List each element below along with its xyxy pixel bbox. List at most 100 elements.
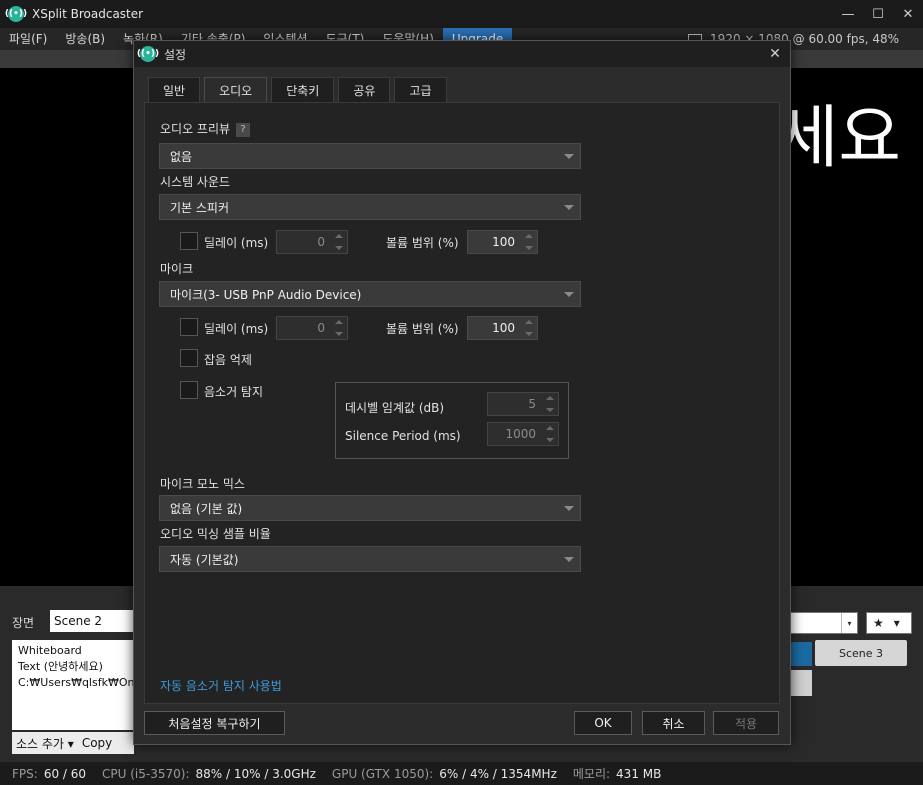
dialog-close-button[interactable]: ✕ <box>764 41 786 67</box>
chevron-down-icon <box>564 154 574 159</box>
app-titlebar: ((•)) XSplit Broadcaster — ☐ ✕ <box>0 0 923 28</box>
preview-text: 세요 <box>775 99 901 178</box>
mono-mix-value: 없음 (기본 값) <box>170 501 243 516</box>
chevron-down-icon: ▾ <box>893 616 900 630</box>
status-bar: FPS: 60 / 60 CPU (i5-3570): 88% / 10% / … <box>0 762 923 785</box>
dialog-titlebar: ((•)) 설정 ✕ <box>134 41 790 67</box>
xsplit-logo-icon: ((•)) <box>5 6 27 22</box>
help-icon[interactable]: ? <box>236 122 251 137</box>
audio-settings-panel: 오디오 프리뷰? 없음 시스템 사운드 기본 스피커 딜레이 (ms) 0 볼륨… <box>144 102 780 704</box>
system-delay-label: 딜레이 (ms) <box>204 236 269 250</box>
mic-delay-checkbox[interactable] <box>180 318 198 336</box>
scene-3-button[interactable]: Scene 3 <box>815 640 907 666</box>
chevron-down-icon <box>564 292 574 297</box>
tab-sharing[interactable]: 공유 <box>338 77 391 103</box>
audio-preview-value: 없음 <box>170 149 193 164</box>
scene-button-active[interactable] <box>790 642 812 666</box>
cpu-value: 88% / 10% / 3.0GHz <box>195 766 316 781</box>
tab-hotkeys[interactable]: 단축키 <box>271 77 335 103</box>
cpu-label: CPU (i5-3570): <box>102 766 190 781</box>
list-item[interactable]: C:₩Users₩qlsfk₩One <box>18 675 134 691</box>
system-sound-label: 시스템 사운드 <box>160 175 231 189</box>
reset-defaults-button[interactable]: 처음설정 복구하기 <box>144 711 285 735</box>
auto-mute-help-link[interactable]: 자동 음소거 탐지 사용법 <box>160 677 282 694</box>
chevron-down-icon <box>564 205 574 210</box>
dialog-title: 설정 <box>164 47 187 62</box>
tab-audio[interactable]: 오디오 <box>204 77 268 103</box>
spinner-arrows-icon <box>545 426 555 442</box>
mic-value: 마이크(3- USB PnP Audio Device) <box>170 287 362 302</box>
xsplit-logo-icon: ((•)) <box>137 46 159 62</box>
silence-period-stepper: 1000 <box>487 422 559 446</box>
silence-period-value: 1000 <box>505 427 536 441</box>
decibel-threshold-value: 5 <box>528 397 536 411</box>
audio-preview-label: 오디오 프리뷰 <box>160 122 231 136</box>
mic-delay-value: 0 <box>317 321 325 335</box>
spinner-arrows-icon <box>545 396 555 412</box>
mic-volume-label: 볼륨 범위 (%) <box>386 322 459 336</box>
mic-label: 마이크 <box>160 262 194 276</box>
settings-dialog: ((•)) 설정 ✕ 일반 오디오 단축키 공유 고급 오디오 프리뷰? 없음 … <box>133 40 791 745</box>
scene-button[interactable] <box>790 670 812 696</box>
list-item[interactable]: Whiteboard <box>18 643 128 659</box>
spinner-arrows-icon <box>334 320 344 336</box>
chevron-down-icon <box>564 506 574 511</box>
system-delay-checkbox[interactable] <box>180 232 198 250</box>
voice-activity-checkbox[interactable] <box>180 381 198 399</box>
system-volume-value: 100 <box>492 235 515 249</box>
system-sound-value: 기본 스피커 <box>170 200 230 215</box>
noise-suppression-checkbox[interactable] <box>180 349 198 367</box>
scene-selector-dropdown[interactable]: ▾ <box>790 612 858 634</box>
settings-tabs: 일반 오디오 단축키 공유 고급 <box>148 77 447 103</box>
gpu-label: GPU (GTX 1050): <box>331 766 434 781</box>
chevron-down-icon <box>564 557 574 562</box>
favorite-button[interactable]: ★ ▾ <box>866 612 912 634</box>
decibel-threshold-label: 데시벨 임계값 (dB) <box>345 401 445 415</box>
mic-volume-value: 100 <box>492 321 515 335</box>
spinner-arrows-icon <box>524 234 534 250</box>
menu-broadcast[interactable]: 방송(B) <box>56 28 114 50</box>
tab-advanced[interactable]: 고급 <box>394 77 447 103</box>
chevron-down-icon: ▾ <box>841 613 857 633</box>
memory-label: 메모리: <box>572 767 611 781</box>
list-item[interactable]: Text (안녕하세요) <box>18 659 128 675</box>
system-sound-select[interactable]: 기본 스피커 <box>159 194 581 220</box>
memory-value: 431 MB <box>616 766 662 781</box>
window-controls: — ☐ ✕ <box>833 0 923 28</box>
mic-delay-stepper: 0 <box>276 316 348 340</box>
system-volume-stepper[interactable]: 100 <box>467 230 538 254</box>
minimize-button[interactable]: — <box>833 0 863 28</box>
scene-name-field[interactable]: Scene 2 <box>50 610 134 632</box>
source-list[interactable]: Whiteboard Text (안녕하세요) C:₩Users₩qlsfk₩O… <box>12 640 134 730</box>
app-title: XSplit Broadcaster <box>32 7 144 21</box>
voice-activity-group: 데시벨 임계값 (dB) 5 Silence Period (ms) 1000 <box>335 382 569 459</box>
decibel-threshold-stepper: 5 <box>487 392 559 416</box>
scene-label: 장면 <box>12 616 35 630</box>
copy-button[interactable]: Copy <box>82 736 112 750</box>
cancel-button[interactable]: 취소 <box>642 711 705 735</box>
star-icon: ★ <box>873 616 884 630</box>
tab-general[interactable]: 일반 <box>148 77 201 103</box>
add-source-button[interactable]: 소스 추가 ▾ <box>16 735 74 752</box>
mono-mix-select[interactable]: 없음 (기본 값) <box>159 495 581 521</box>
maximize-button[interactable]: ☐ <box>863 0 893 28</box>
source-toolbar: 소스 추가 ▾ Copy <box>12 732 134 754</box>
voice-activity-label: 음소거 탐지 <box>204 385 264 399</box>
silence-period-label: Silence Period (ms) <box>345 429 461 443</box>
fps-label: FPS: <box>12 766 38 781</box>
gpu-value: 6% / 4% / 1354MHz <box>439 766 557 781</box>
apply-button[interactable]: 적용 <box>713 711 779 735</box>
ok-button[interactable]: OK <box>574 711 632 735</box>
sample-rate-select[interactable]: 자동 (기본값) <box>159 546 581 572</box>
mic-select[interactable]: 마이크(3- USB PnP Audio Device) <box>159 281 581 307</box>
sample-rate-value: 자동 (기본값) <box>170 552 239 567</box>
sample-rate-label: 오디오 믹싱 샘플 비율 <box>160 527 271 541</box>
audio-preview-select[interactable]: 없음 <box>159 143 581 169</box>
spinner-arrows-icon <box>334 234 344 250</box>
spinner-arrows-icon <box>524 320 534 336</box>
mic-delay-label: 딜레이 (ms) <box>204 322 269 336</box>
menu-file[interactable]: 파일(F) <box>0 28 56 50</box>
system-volume-label: 볼륨 범위 (%) <box>386 236 459 250</box>
mic-volume-stepper[interactable]: 100 <box>467 316 538 340</box>
close-button[interactable]: ✕ <box>893 0 923 28</box>
